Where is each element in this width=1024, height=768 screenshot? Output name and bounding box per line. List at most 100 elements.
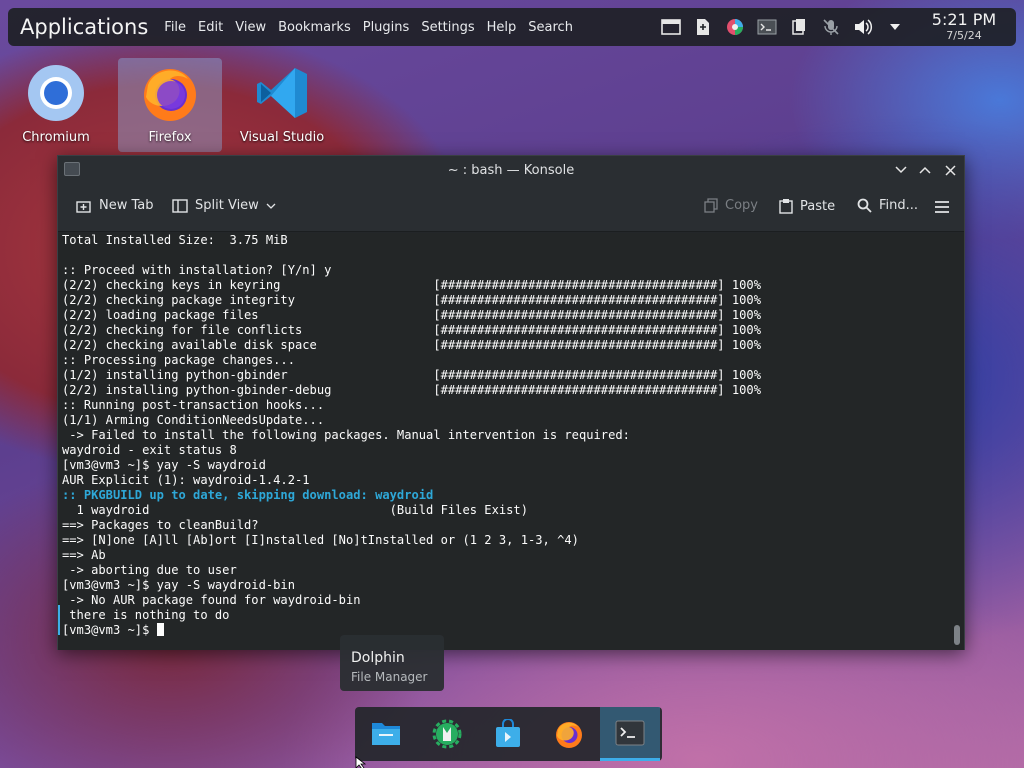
terminal-line: [vm3@vm3 ~]$ yay -S waydroid-bin — [62, 578, 295, 592]
terminal-line: (1/1) Arming ConditionNeedsUpdate... — [62, 413, 325, 427]
split-view-button[interactable]: Split View — [172, 198, 276, 213]
terminal-line: ==> [N]one [A]ll [Ab]ort [I]nstalled [No… — [62, 533, 579, 547]
terminal-line: :: PKGBUILD up to date, skipping downloa… — [62, 488, 952, 503]
shopping-bag-icon — [496, 719, 520, 747]
hamburger-menu-icon — [935, 201, 949, 213]
tooltip-subtitle: File Manager — [351, 670, 428, 684]
terminal-line: 1 waydroid (Build Files Exist) — [62, 503, 528, 517]
dock-item-dolphin[interactable] — [356, 707, 416, 761]
terminal-highlight-text: PKGBUILD up to date, skipping download: … — [83, 488, 434, 502]
task-manager-dock — [355, 707, 662, 761]
volume-icon[interactable] — [852, 16, 874, 38]
firefox-icon — [139, 62, 201, 124]
menu-search[interactable]: Search — [522, 20, 579, 35]
new-tab-icon — [76, 200, 91, 213]
terminal-highlight-prefix: :: — [62, 488, 84, 502]
document-icon[interactable] — [692, 16, 714, 38]
terminal-line: (2/2) checking for file conflicts [#####… — [62, 323, 761, 337]
menu-view[interactable]: View — [229, 20, 272, 35]
copy-button[interactable]: Copy — [704, 198, 758, 213]
color-picker-icon[interactable] — [724, 16, 746, 38]
terminal-line: (2/2) checking keys in keyring [########… — [62, 278, 761, 292]
new-tab-button[interactable]: New Tab — [76, 198, 154, 213]
chromium-icon — [25, 62, 87, 124]
konsole-toolbar: New Tab Split View Copy Paste Find... — [58, 184, 964, 232]
digital-clock[interactable]: 5:21 PM 7/5/24 — [924, 11, 1004, 43]
terminal-line: waydroid - exit status 8 — [62, 443, 237, 457]
terminal-line: AUR Explicit (1): waydroid-1.4.2-1 — [62, 473, 310, 487]
terminal-line: -> No AUR package found for waydroid-bin — [62, 593, 361, 607]
desktop-icon-chromium[interactable]: Chromium — [6, 58, 106, 146]
dock-tooltip: Dolphin File Manager — [340, 635, 444, 691]
terminal-icon[interactable] — [756, 16, 778, 38]
menu-edit[interactable]: Edit — [192, 20, 229, 35]
system-tray — [660, 8, 906, 46]
split-view-label: Split View — [195, 198, 259, 213]
window-icon[interactable] — [660, 16, 682, 38]
maximize-button[interactable] — [915, 160, 935, 180]
menu-help[interactable]: Help — [481, 20, 523, 35]
vscode-icon — [251, 62, 313, 124]
terminal-line: there is nothing to do — [62, 608, 230, 622]
terminal-line: Total Installed Size: 3.75 MiB — [62, 233, 288, 247]
desktop-icon-vscode[interactable]: Visual Studio Code — [232, 58, 332, 146]
split-view-icon — [172, 198, 188, 213]
dock-item-discover[interactable] — [478, 707, 538, 761]
search-icon — [857, 198, 872, 213]
dock-item-konsole[interactable] — [600, 707, 660, 761]
chevron-down-icon — [266, 203, 276, 209]
terminal-cursor — [156, 623, 164, 636]
terminal-line: :: Running post-transaction hooks... — [62, 398, 325, 412]
find-button[interactable]: Find... — [857, 198, 918, 213]
menu-bookmarks[interactable]: Bookmarks — [272, 20, 357, 35]
terminal-line: [vm3@vm3 ~]$ — [62, 623, 952, 638]
terminal-selection-marker — [58, 605, 60, 635]
terminal-line: ==> Packages to cleanBuild? — [62, 518, 259, 532]
clipboard-icon[interactable] — [788, 16, 810, 38]
menu-settings[interactable]: Settings — [415, 20, 480, 35]
menu-file[interactable]: File — [158, 20, 192, 35]
copy-icon — [704, 198, 718, 213]
minimize-button[interactable] — [891, 160, 911, 180]
mouse-pointer-icon — [355, 756, 367, 768]
terminal-line: -> Failed to install the following packa… — [62, 428, 630, 442]
terminal-output[interactable]: Total Installed Size: 3.75 MiB:: Proceed… — [58, 233, 952, 650]
window-titlebar[interactable]: ~ : bash — Konsole — [58, 156, 964, 184]
paste-label: Paste — [800, 198, 836, 214]
chevron-down-icon[interactable] — [884, 16, 906, 38]
firefox-icon — [556, 722, 582, 748]
terminal-line: :: Proceed with installation? [Y/n] y — [62, 263, 332, 277]
terminal-line: -> aborting due to user — [62, 563, 237, 577]
terminal-line: (2/2) checking available disk space [###… — [62, 338, 761, 352]
top-panel: Applications File Edit View Bookmarks Pl… — [8, 8, 1016, 46]
desktop-icon-label: Visual Studio Code — [239, 130, 325, 145]
scrollbar-thumb[interactable] — [954, 625, 960, 645]
close-button[interactable] — [940, 160, 960, 180]
menu-plugins[interactable]: Plugins — [357, 20, 416, 35]
paste-button[interactable]: Paste — [779, 198, 835, 214]
terminal-line: (2/2) loading package files [###########… — [62, 308, 761, 322]
terminal-line: (2/2) checking package integrity [######… — [62, 293, 761, 307]
application-launcher[interactable]: Applications — [8, 15, 158, 39]
new-tab-label: New Tab — [99, 198, 154, 213]
dock-item-system-settings[interactable] — [417, 707, 477, 761]
terminal-line: [vm3@vm3 ~]$ yay -S waydroid — [62, 458, 266, 472]
clock-date: 7/5/24 — [946, 29, 982, 42]
terminal-icon — [615, 720, 645, 745]
mic-muted-icon[interactable] — [820, 16, 842, 38]
folder-icon — [372, 723, 400, 745]
terminal-line: ==> Ab — [62, 548, 106, 562]
copy-label: Copy — [725, 198, 758, 213]
konsole-window: ~ : bash — Konsole New Tab Split View Co… — [57, 155, 965, 650]
find-label: Find... — [879, 198, 919, 213]
terminal-lines: Total Installed Size: 3.75 MiB:: Proceed… — [62, 233, 952, 638]
terminal-line: (2/2) installing python-gbinder-debug [#… — [62, 383, 761, 397]
desktop-icon-firefox[interactable]: Firefox — [118, 58, 222, 152]
terminal-scrollbar[interactable] — [950, 233, 964, 650]
dock-item-firefox[interactable] — [539, 707, 599, 761]
terminal-line: :: Processing package changes... — [62, 353, 295, 367]
clock-time: 5:21 PM — [931, 10, 997, 29]
hamburger-menu-button[interactable] — [934, 200, 950, 214]
terminal-line: (1/2) installing python-gbinder [#######… — [62, 368, 761, 382]
